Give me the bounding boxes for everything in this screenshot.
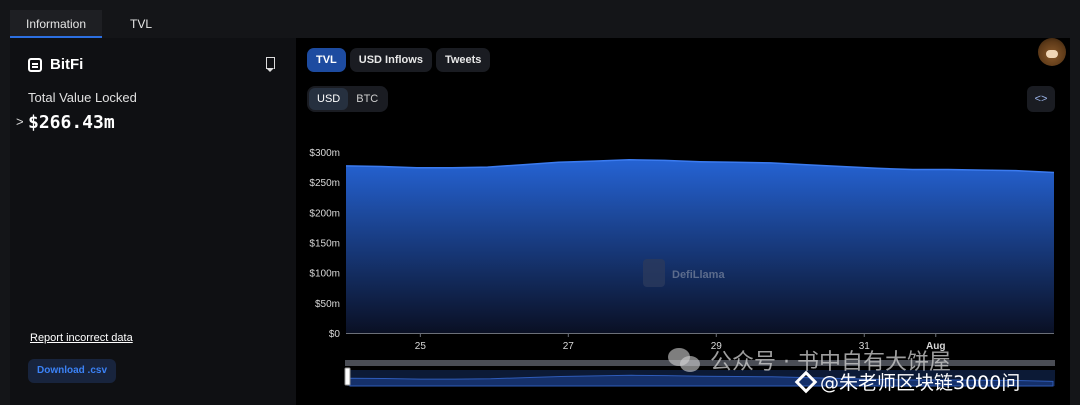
chart-panel: TVL USD Inflows Tweets USD BTC <> $0 $50m… (296, 38, 1070, 405)
y-tick-label: $250m (309, 178, 340, 189)
x-tick-label: 31 (859, 341, 871, 352)
defillama-logo-icon (643, 259, 665, 287)
y-tick-label: $0 (329, 329, 341, 340)
y-tick-label: $200m (309, 208, 340, 219)
metric-tab-tweets[interactable]: Tweets (435, 48, 491, 72)
currency-usd[interactable]: USD (309, 88, 349, 110)
tab-tvl[interactable]: TVL (112, 10, 170, 38)
bookmark-icon[interactable] (266, 57, 275, 69)
embed-code-icon[interactable]: <> (1027, 86, 1055, 112)
y-tick-label: $100m (309, 269, 340, 280)
report-incorrect-data-link[interactable]: Report incorrect data (30, 332, 133, 344)
tvl-label: Total Value Locked (28, 90, 137, 105)
chart-watermark-text: DefiLlama (672, 269, 725, 281)
tvl-area-chart: $0 $50m $100m $150m $200m $250m $300m 25 27 29 31… (309, 148, 1055, 387)
range-brush[interactable] (344, 360, 1055, 387)
tab-bar: Information TVL (10, 10, 1070, 38)
metric-tab-tvl[interactable]: TVL (307, 48, 346, 72)
protocol-name: BitFi (50, 56, 84, 73)
metric-tabs: TVL USD Inflows Tweets (307, 48, 491, 72)
tab-information[interactable]: Information (10, 10, 102, 38)
brush-track[interactable] (345, 360, 1055, 366)
download-csv-button[interactable]: Download .csv (28, 359, 117, 383)
protocol-logo-icon (28, 57, 42, 72)
metric-tab-usd-inflows[interactable]: USD Inflows (349, 48, 432, 72)
currency-btc[interactable]: BTC (348, 88, 386, 110)
protocol-header: BitFi (28, 56, 83, 73)
x-tick-label: Aug (926, 341, 945, 352)
tvl-value: $266.43m (28, 112, 115, 133)
x-axis: 25 27 29 31 Aug (346, 333, 1054, 352)
x-tick-label: 25 (415, 341, 427, 352)
x-tick-label: 27 (563, 341, 575, 352)
info-panel: BitFi Total Value Locked > $266.43m Repo… (10, 38, 296, 405)
expand-chevron-icon[interactable]: > (16, 114, 24, 129)
brush-handle-left[interactable] (344, 367, 351, 386)
y-tick-label: $300m (309, 148, 340, 159)
x-tick-label: 29 (711, 341, 723, 352)
y-tick-label: $50m (315, 299, 340, 310)
y-axis: $0 $50m $100m $150m $200m $250m $300m (309, 148, 340, 340)
tvl-area (346, 159, 1054, 333)
currency-toggle: USD BTC (307, 86, 389, 112)
app-frame: Information TVL BitFi Total Value Locked… (0, 0, 1080, 405)
y-tick-label: $150m (309, 239, 340, 250)
user-avatar[interactable] (1038, 38, 1066, 66)
